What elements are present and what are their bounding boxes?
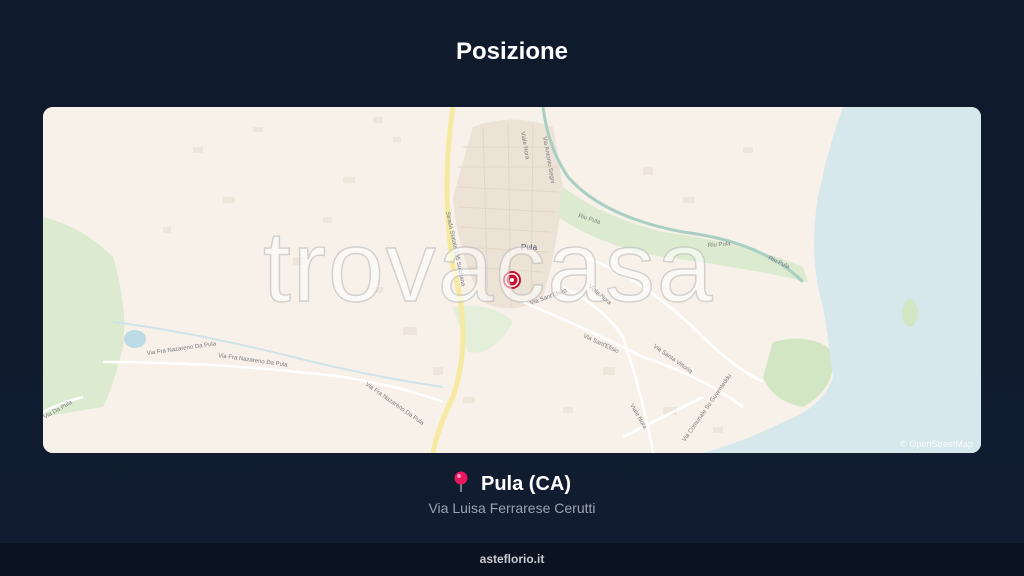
map-canvas[interactable]: Strada Statale 195 Sulcitana Via Fra Naz… <box>43 107 981 453</box>
page-title: Posizione <box>455 38 569 65</box>
location-title: Pula (CA) <box>0 471 1024 496</box>
location-city: Pula (CA) <box>481 473 571 495</box>
town-label: Pula <box>521 243 538 252</box>
map-credit[interactable]: © OpenStreetMap <box>900 439 973 449</box>
map-pin-icon <box>453 471 469 493</box>
footer-site[interactable]: asteflorio.it <box>0 543 1024 576</box>
map-view[interactable]: Strada Statale 195 Sulcitana Via Fra Naz… <box>43 107 981 453</box>
location-marker-icon[interactable] <box>503 271 521 289</box>
island <box>902 299 918 327</box>
pond <box>124 330 146 348</box>
location-address: Via Luisa Ferrarese Cerutti <box>428 500 596 516</box>
page: Posizione Strada Statale 195 Sulcitana V… <box>0 0 1024 576</box>
